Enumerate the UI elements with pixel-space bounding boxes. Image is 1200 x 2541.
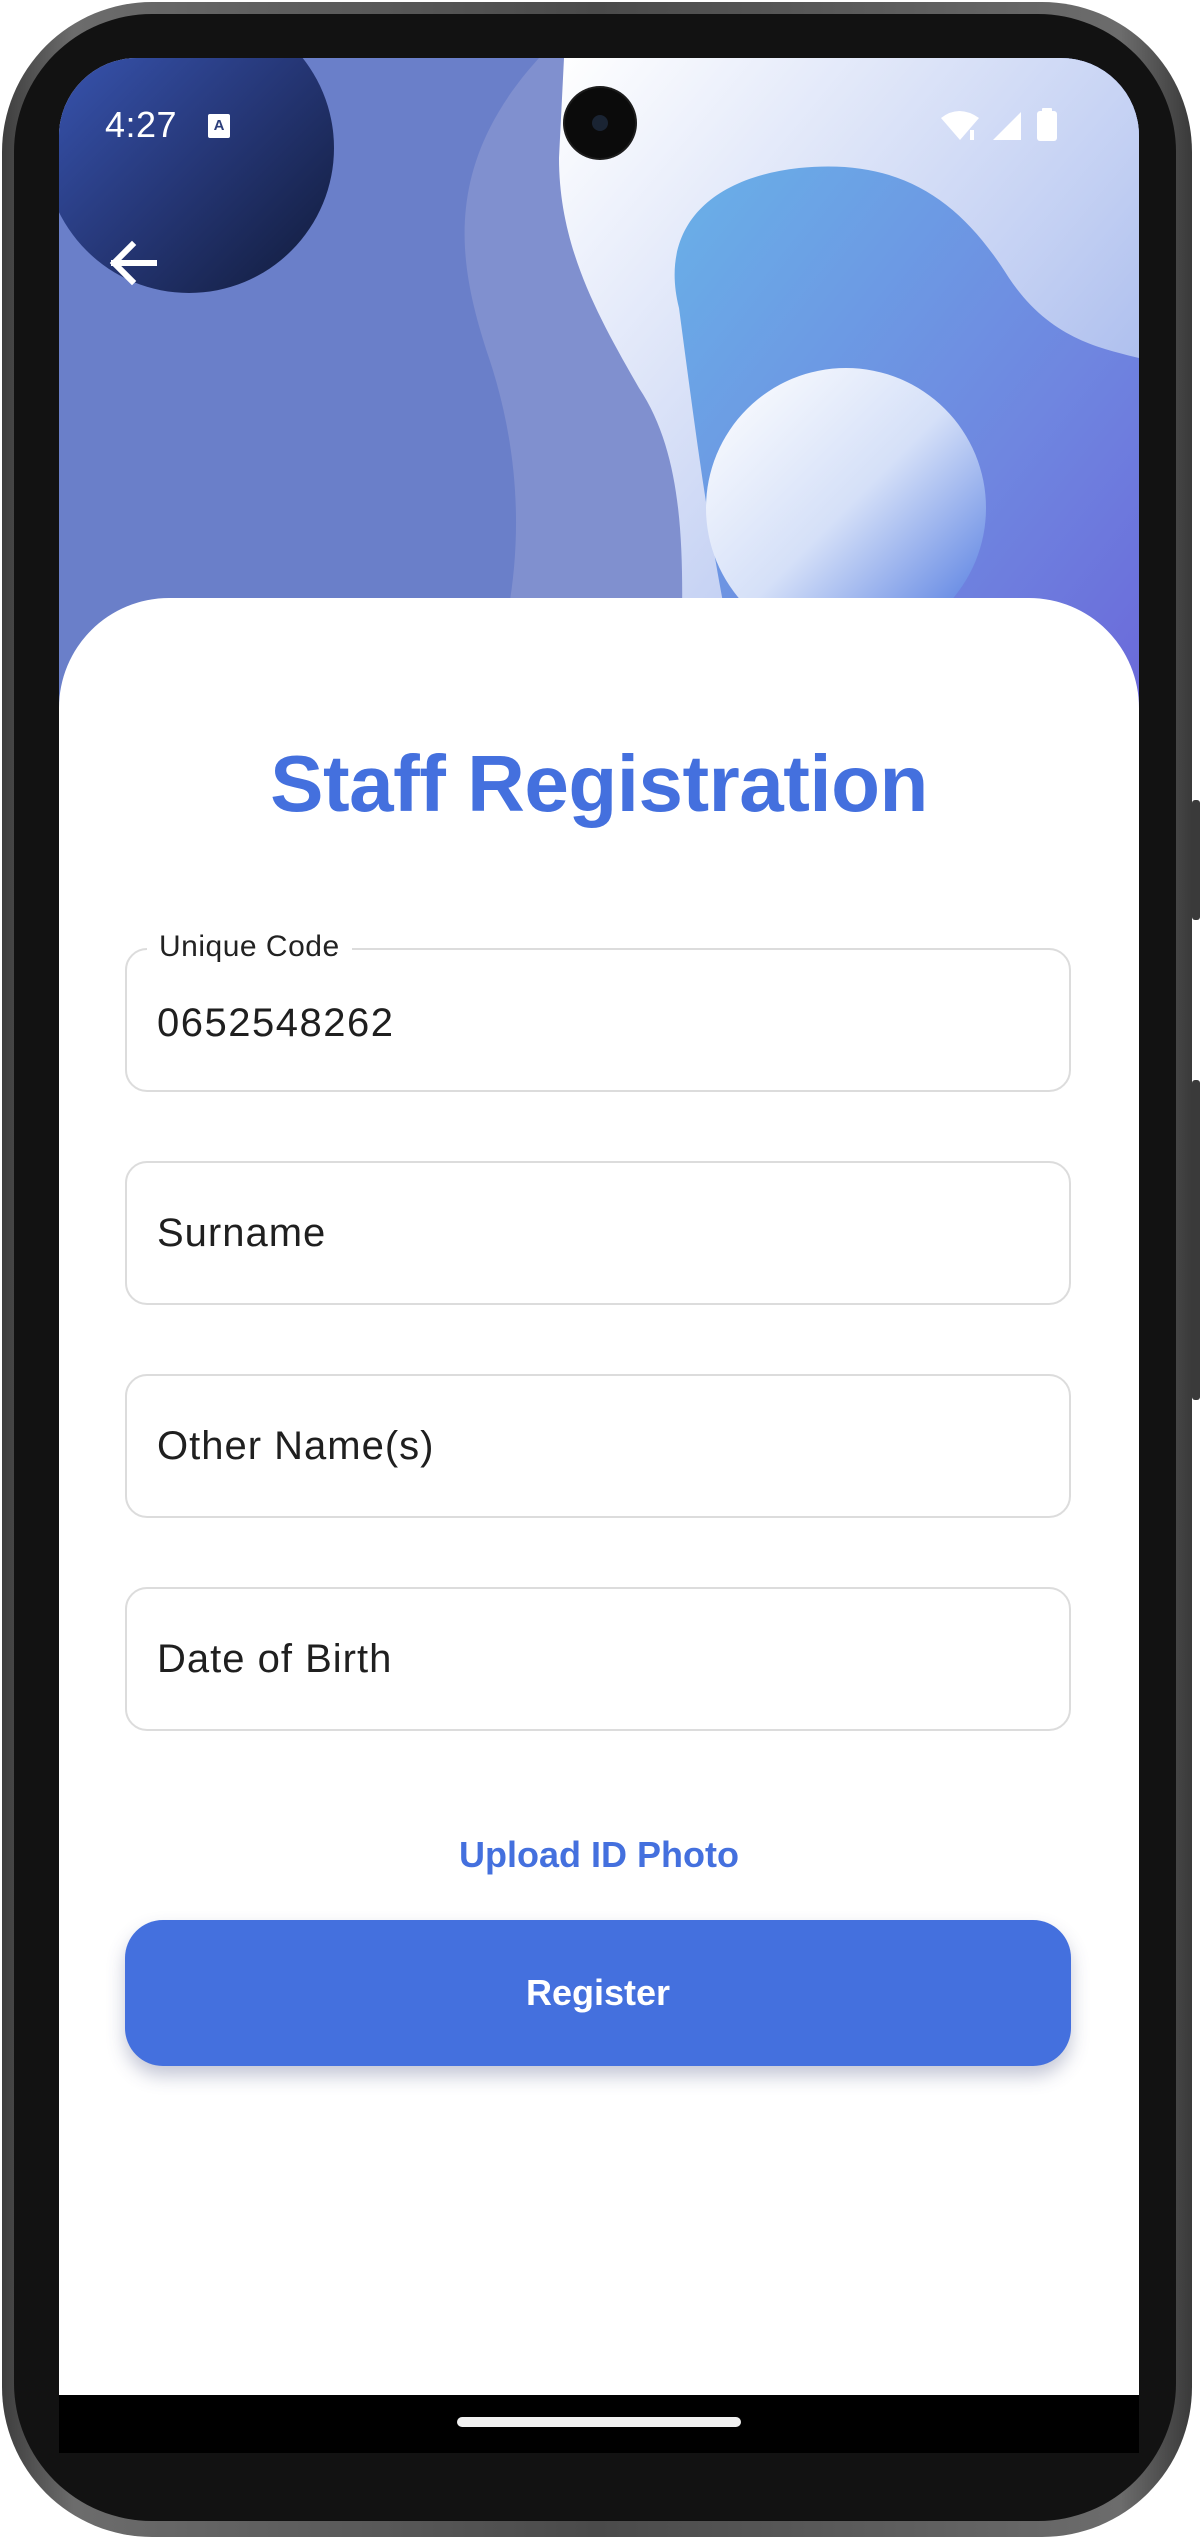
battery-icon — [1037, 108, 1057, 141]
signal-icon — [993, 112, 1021, 140]
date-of-birth-field[interactable]: Date of Birth — [125, 1587, 1071, 1731]
phone-device: 4:27 A Staff Registration Unique Code 06… — [0, 0, 1200, 2541]
register-button[interactable]: Register — [125, 1920, 1071, 2066]
surname-placeholder: Surname — [157, 1211, 327, 1255]
app-screen: 4:27 A Staff Registration Unique Code 06… — [59, 58, 1139, 2395]
text-recognition-icon: A — [208, 114, 230, 138]
wifi-icon — [941, 111, 979, 140]
date-of-birth-placeholder: Date of Birth — [157, 1637, 393, 1681]
other-names-placeholder: Other Name(s) — [157, 1424, 435, 1468]
status-bar-icons — [939, 108, 1069, 142]
status-bar-time: 4:27 — [105, 104, 178, 145]
navigation-bar — [59, 2395, 1139, 2453]
surname-field[interactable]: Surname — [125, 1161, 1071, 1305]
home-gesture-handle[interactable] — [457, 2417, 741, 2427]
page-title: Staff Registration — [270, 739, 928, 828]
unique-code-field[interactable]: Unique Code 0652548262 — [125, 930, 1071, 1092]
unique-code-value[interactable]: 0652548262 — [157, 956, 394, 1090]
front-camera — [565, 88, 635, 158]
back-button[interactable] — [99, 228, 169, 298]
arrow-left-icon — [109, 240, 157, 286]
volume-button — [1192, 1080, 1200, 1400]
power-button — [1192, 800, 1200, 920]
other-names-field[interactable]: Other Name(s) — [125, 1374, 1071, 1518]
upload-id-photo-button[interactable]: Upload ID Photo — [59, 1834, 1139, 1876]
